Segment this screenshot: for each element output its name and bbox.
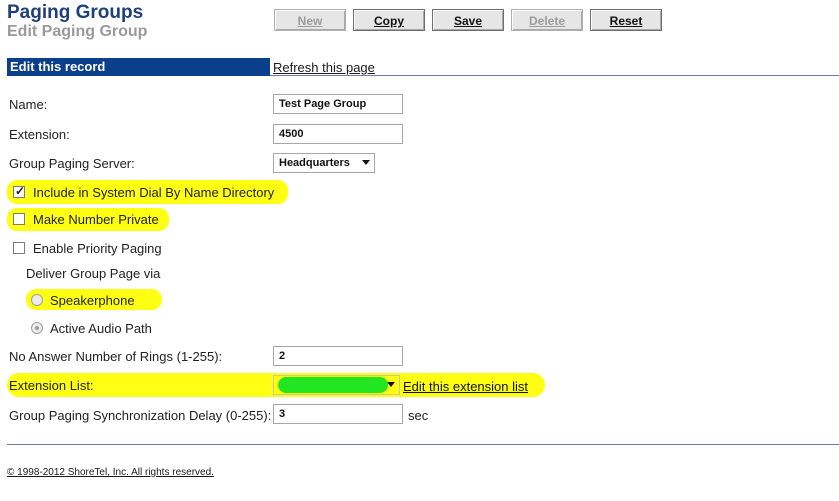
priority-paging-label: Enable Priority Paging <box>33 241 162 256</box>
extension-list-label: Extension List: <box>9 378 94 393</box>
active-audio-path-label: Active Audio Path <box>50 321 152 336</box>
deliver-via-label: Deliver Group Page via <box>26 266 161 281</box>
save-button-label: Save <box>453 14 483 28</box>
make-private-checkbox[interactable] <box>13 213 25 225</box>
header-divider <box>270 75 839 76</box>
make-private-label: Make Number Private <box>33 212 159 227</box>
redacted-value <box>278 377 388 393</box>
page-title: Paging Groups <box>7 2 144 23</box>
copy-button[interactable]: Copy <box>353 9 425 31</box>
checkmark-icon: ✓ <box>15 184 26 198</box>
refresh-link[interactable]: Refresh this page <box>273 60 375 75</box>
name-field[interactable] <box>273 94 403 114</box>
copy-button-label: Copy <box>374 14 404 28</box>
dial-by-name-label: Include in System Dial By Name Directory <box>33 185 275 200</box>
speakerphone-label: Speakerphone <box>50 293 135 308</box>
server-label: Group Paging Server: <box>9 156 135 171</box>
reset-button-label: Reset <box>609 14 643 28</box>
footer-divider <box>7 444 839 445</box>
priority-paging-checkbox[interactable] <box>13 242 25 254</box>
dial-by-name-checkbox[interactable]: ✓ <box>13 184 26 198</box>
copyright-link[interactable]: © 1998-2012 ShoreTel, Inc. All rights re… <box>7 467 214 478</box>
name-label: Name: <box>9 97 48 112</box>
active-audio-path-radio[interactable] <box>31 322 43 334</box>
new-button[interactable]: New <box>274 9 346 31</box>
save-button[interactable]: Save <box>432 9 504 31</box>
extension-label: Extension: <box>9 127 70 142</box>
delete-button[interactable]: Delete <box>511 9 583 31</box>
extension-field[interactable] <box>273 124 403 144</box>
edit-extension-list-link[interactable]: Edit this extension list <box>403 379 528 394</box>
speakerphone-radio[interactable] <box>31 294 43 306</box>
no-answer-rings-field[interactable] <box>273 346 403 366</box>
new-button-label: New <box>297 14 323 28</box>
chevron-down-icon <box>387 382 395 387</box>
sync-delay-unit: sec <box>408 408 429 423</box>
chevron-down-icon <box>362 160 370 165</box>
delete-button-label: Delete <box>528 14 566 28</box>
server-select[interactable]: Headquarters <box>273 153 375 173</box>
server-select-value: Headquarters <box>279 157 350 169</box>
radio-selected-icon <box>35 326 39 330</box>
page-subtitle: Edit Paging Group <box>7 23 148 40</box>
reset-button[interactable]: Reset <box>590 9 662 31</box>
sync-delay-field[interactable] <box>273 404 403 424</box>
no-answer-rings-label: No Answer Number of Rings (1-255): <box>9 349 223 364</box>
sync-delay-label: Group Paging Synchronization Delay (0-25… <box>9 408 272 423</box>
edit-record-header: Edit this record <box>7 58 270 76</box>
